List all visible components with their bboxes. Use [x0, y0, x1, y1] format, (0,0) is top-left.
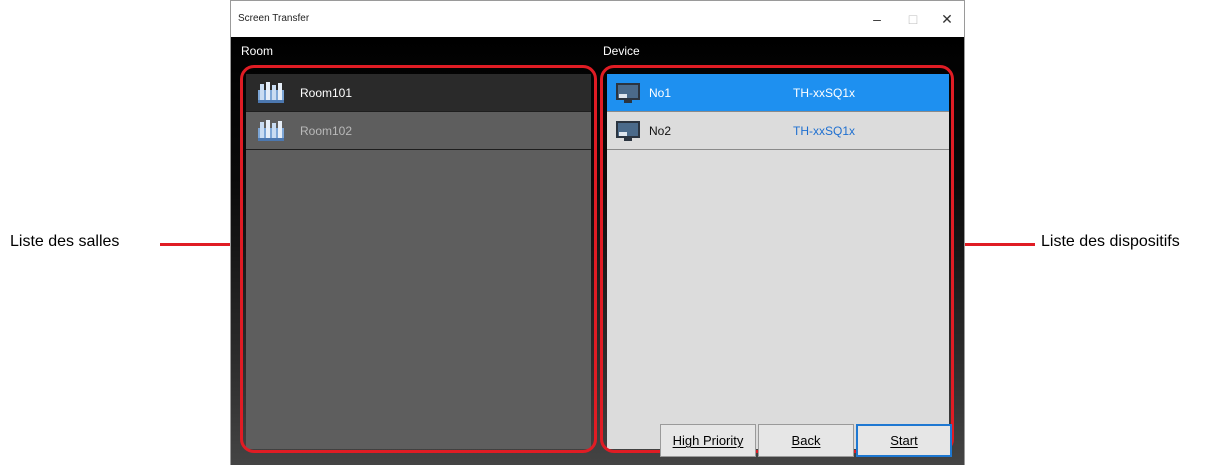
device-section-label: Device: [603, 44, 640, 58]
callout-device-list: Liste des dispositifs: [1041, 233, 1180, 250]
window-title: Screen Transfer: [238, 13, 310, 24]
minimize-button[interactable]: –: [859, 1, 895, 37]
screen-transfer-window: Screen Transfer – □ ✕ Room Device Room10…: [230, 0, 965, 465]
room-section-label: Room: [241, 44, 274, 58]
room-icon: [258, 119, 284, 141]
display-icon: [616, 120, 640, 141]
room-list[interactable]: Room101 Room102: [246, 74, 591, 449]
device-name: No2: [649, 123, 672, 138]
device-list-item[interactable]: No1 TH-xxSQ1x: [607, 74, 949, 112]
device-name: No1: [649, 85, 672, 100]
device-model: TH-xxSQ1x: [793, 85, 856, 100]
callout-room-list: Liste des salles: [10, 233, 120, 250]
title-bar: Screen Transfer – □ ✕: [231, 0, 964, 37]
high-priority-button[interactable]: High Priority: [660, 424, 756, 457]
room-list-item[interactable]: Room101: [246, 74, 591, 112]
display-icon: [616, 82, 640, 103]
client-area: Room Device Room101 Room102 No1 TH-xxSQ1…: [231, 37, 964, 465]
room-icon: [258, 81, 284, 103]
room-list-item[interactable]: Room102: [246, 112, 591, 150]
room-label: Room102: [300, 123, 353, 138]
start-button[interactable]: Start: [856, 424, 952, 457]
back-button[interactable]: Back: [758, 424, 854, 457]
close-button[interactable]: ✕: [929, 1, 965, 37]
room-label: Room101: [300, 85, 353, 100]
maximize-button[interactable]: □: [895, 1, 931, 37]
device-model: TH-xxSQ1x: [793, 123, 856, 138]
device-list[interactable]: No1 TH-xxSQ1x No2 TH-xxSQ1x: [607, 74, 949, 449]
device-list-item[interactable]: No2 TH-xxSQ1x: [607, 112, 949, 150]
